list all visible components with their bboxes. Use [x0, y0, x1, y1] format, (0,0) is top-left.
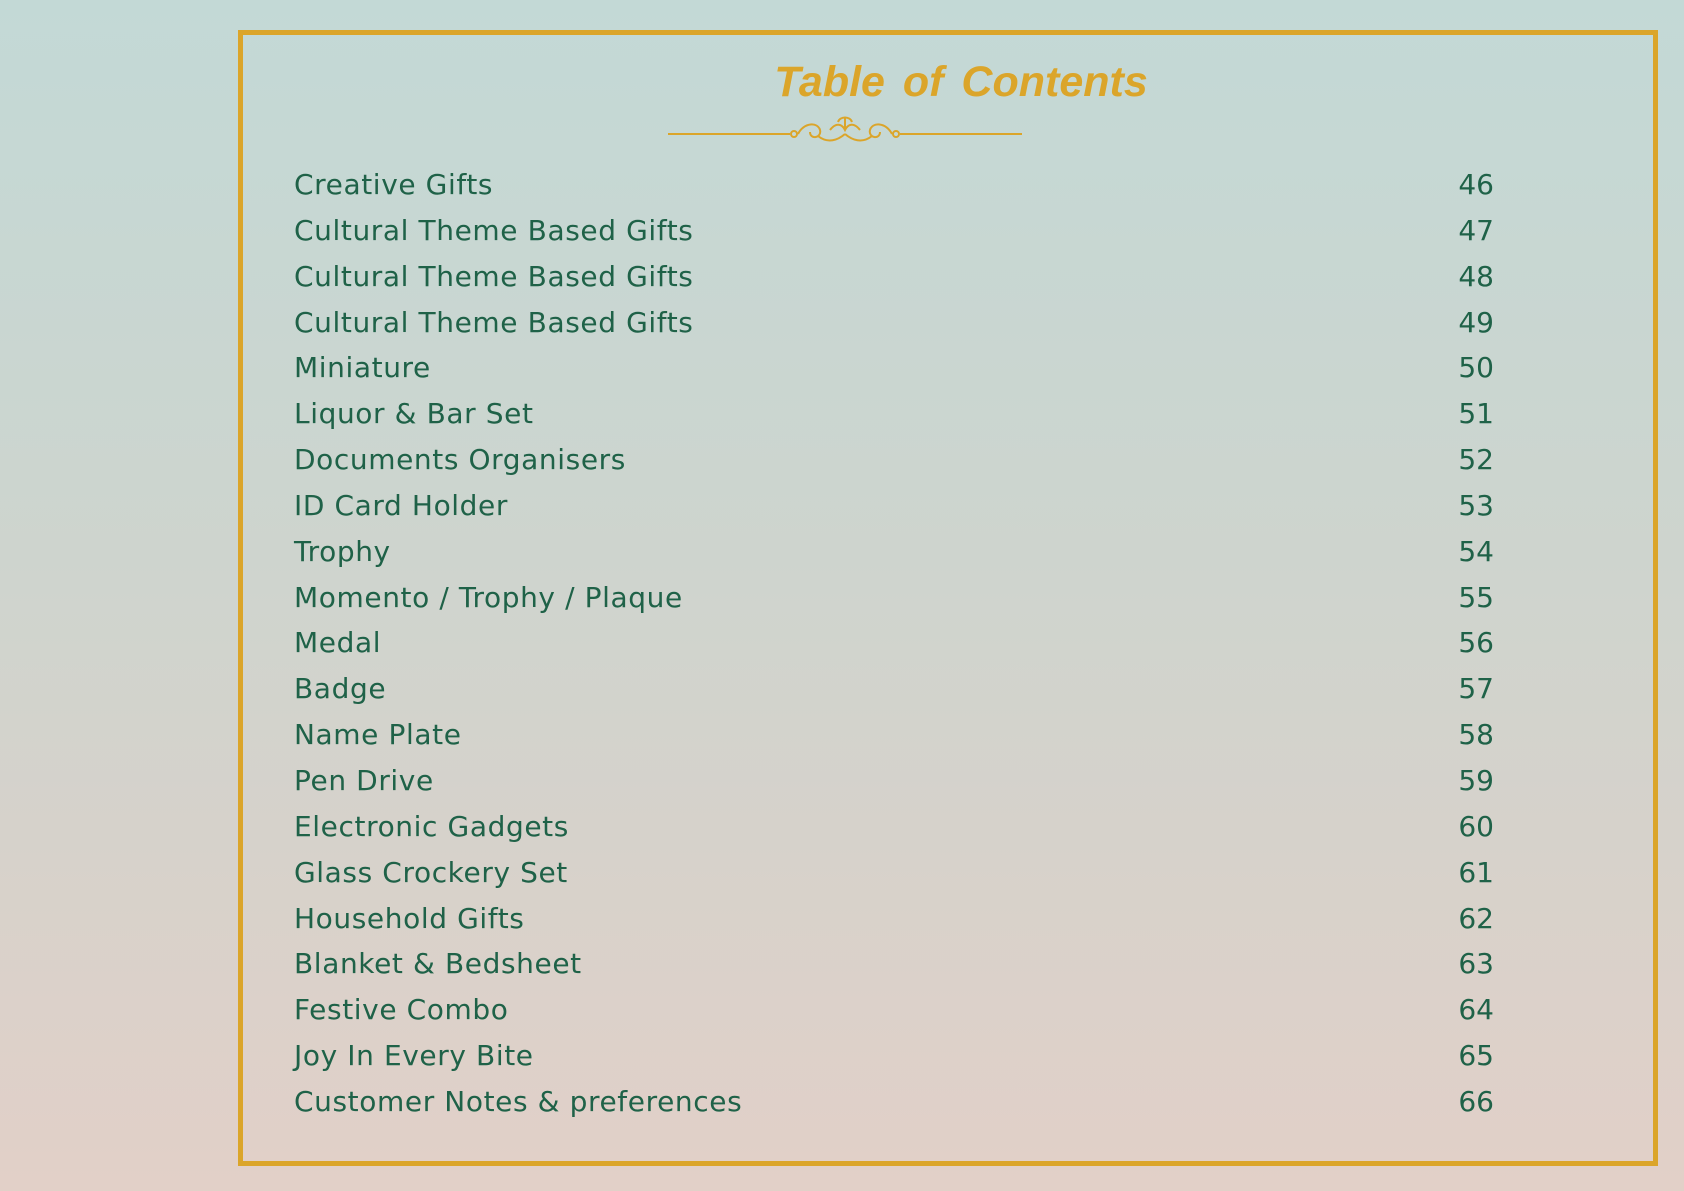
toc-entry-label: Creative Gifts [294, 168, 494, 201]
toc-entry-label: Blanket & Bedsheet [294, 947, 582, 981]
toc-entry-label: Name Plate [294, 718, 462, 752]
toc-entry-page-number: 56 [1458, 626, 1494, 660]
toc-entry-label: Cultural Theme Based Gifts [294, 259, 694, 293]
toc-entry-page-number: 57 [1458, 672, 1494, 706]
toc-entry[interactable]: Electronic Gadgets 60 [294, 804, 1494, 850]
toc-entry-label: Cultural Theme Based Gifts [294, 305, 694, 339]
toc-entry-page-number: 54 [1458, 534, 1494, 568]
toc-entry-label: Household Gifts [294, 901, 525, 935]
toc-entry-page-number: 65 [1458, 1039, 1494, 1073]
toc-entry-label: Trophy [294, 534, 391, 568]
toc-entry-page-number: 48 [1458, 259, 1494, 293]
toc-entry[interactable]: Trophy 54 [294, 529, 1494, 575]
toc-entry[interactable]: Name Plate 58 [294, 712, 1494, 758]
toc-entry-label: Momento / Trophy / Plaque [294, 580, 683, 614]
toc-entry-page-number: 55 [1458, 580, 1494, 614]
toc-list: Creative Gifts 46 Cultural Theme Based Gif… [294, 162, 1494, 1125]
toc-entry-page-number: 50 [1458, 351, 1494, 385]
page-title: Table of Contents [774, 58, 1148, 106]
toc-entry[interactable]: Momento / Trophy / Plaque 55 [294, 575, 1494, 621]
toc-entry[interactable]: Cultural Theme Based Gifts 47 [294, 208, 1494, 254]
toc-entry[interactable]: Documents Organisers 52 [294, 437, 1494, 483]
toc-entry-page-number: 61 [1458, 855, 1494, 889]
toc-entry-label: Documents Organisers [294, 443, 626, 477]
toc-entry[interactable]: Pen Drive 59 [294, 758, 1494, 804]
flourish-divider-icon [668, 116, 1022, 142]
toc-entry-label: Electronic Gadgets [294, 809, 569, 843]
toc-entry-label: Glass Crockery Set [294, 855, 568, 889]
toc-entry-page-number: 60 [1458, 809, 1494, 843]
toc-entry-label: ID Card Holder [294, 488, 508, 522]
toc-entry[interactable]: Miniature 50 [294, 345, 1494, 391]
toc-entry[interactable]: Glass Crockery Set 61 [294, 850, 1494, 896]
toc-entry-label: Badge [294, 672, 387, 706]
toc-entry-page-number: 59 [1458, 763, 1494, 797]
toc-entry[interactable]: Badge 57 [294, 666, 1494, 712]
toc-entry-label: Joy In Every Bite [294, 1039, 534, 1073]
toc-entry-page-number: 47 [1458, 213, 1494, 247]
toc-entry-page-number: 66 [1458, 1084, 1494, 1118]
toc-entry-label: Miniature [294, 351, 431, 385]
toc-entry-label: Cultural Theme Based Gifts [294, 213, 694, 247]
toc-entry[interactable]: ID Card Holder 53 [294, 483, 1494, 529]
toc-entry-label: Pen Drive [294, 763, 434, 797]
toc-entry[interactable]: Household Gifts 62 [294, 896, 1494, 942]
toc-entry[interactable]: Joy In Every Bite 65 [294, 1033, 1494, 1079]
toc-entry-label: Liquor & Bar Set [294, 397, 534, 431]
toc-entry-page-number: 51 [1458, 397, 1494, 431]
toc-entry[interactable]: Medal 56 [294, 620, 1494, 666]
toc-entry[interactable]: Cultural Theme Based Gifts 48 [294, 254, 1494, 300]
toc-entry[interactable]: Creative Gifts 46 [294, 162, 1494, 208]
toc-entry-label: Festive Combo [294, 993, 509, 1027]
toc-entry-label: Medal [294, 626, 382, 660]
toc-entry-label: Customer Notes & preferences [294, 1084, 743, 1118]
toc-entry-page-number: 53 [1458, 488, 1494, 522]
toc-entry[interactable]: Festive Combo 64 [294, 987, 1494, 1033]
toc-entry[interactable]: Blanket & Bedsheet 63 [294, 941, 1494, 987]
toc-entry-page-number: 62 [1458, 901, 1494, 935]
toc-entry-page-number: 64 [1458, 993, 1494, 1027]
toc-entry-page-number: 58 [1458, 718, 1494, 752]
toc-entry-page-number: 63 [1458, 947, 1494, 981]
toc-entry-page-number: 52 [1458, 443, 1494, 477]
toc-entry-page-number: 46 [1458, 168, 1494, 201]
toc-entry[interactable]: Customer Notes & preferences 66 [294, 1079, 1494, 1125]
toc-entry[interactable]: Cultural Theme Based Gifts 49 [294, 300, 1494, 346]
toc-entry-page-number: 49 [1458, 305, 1494, 339]
toc-entry[interactable]: Liquor & Bar Set 51 [294, 391, 1494, 437]
